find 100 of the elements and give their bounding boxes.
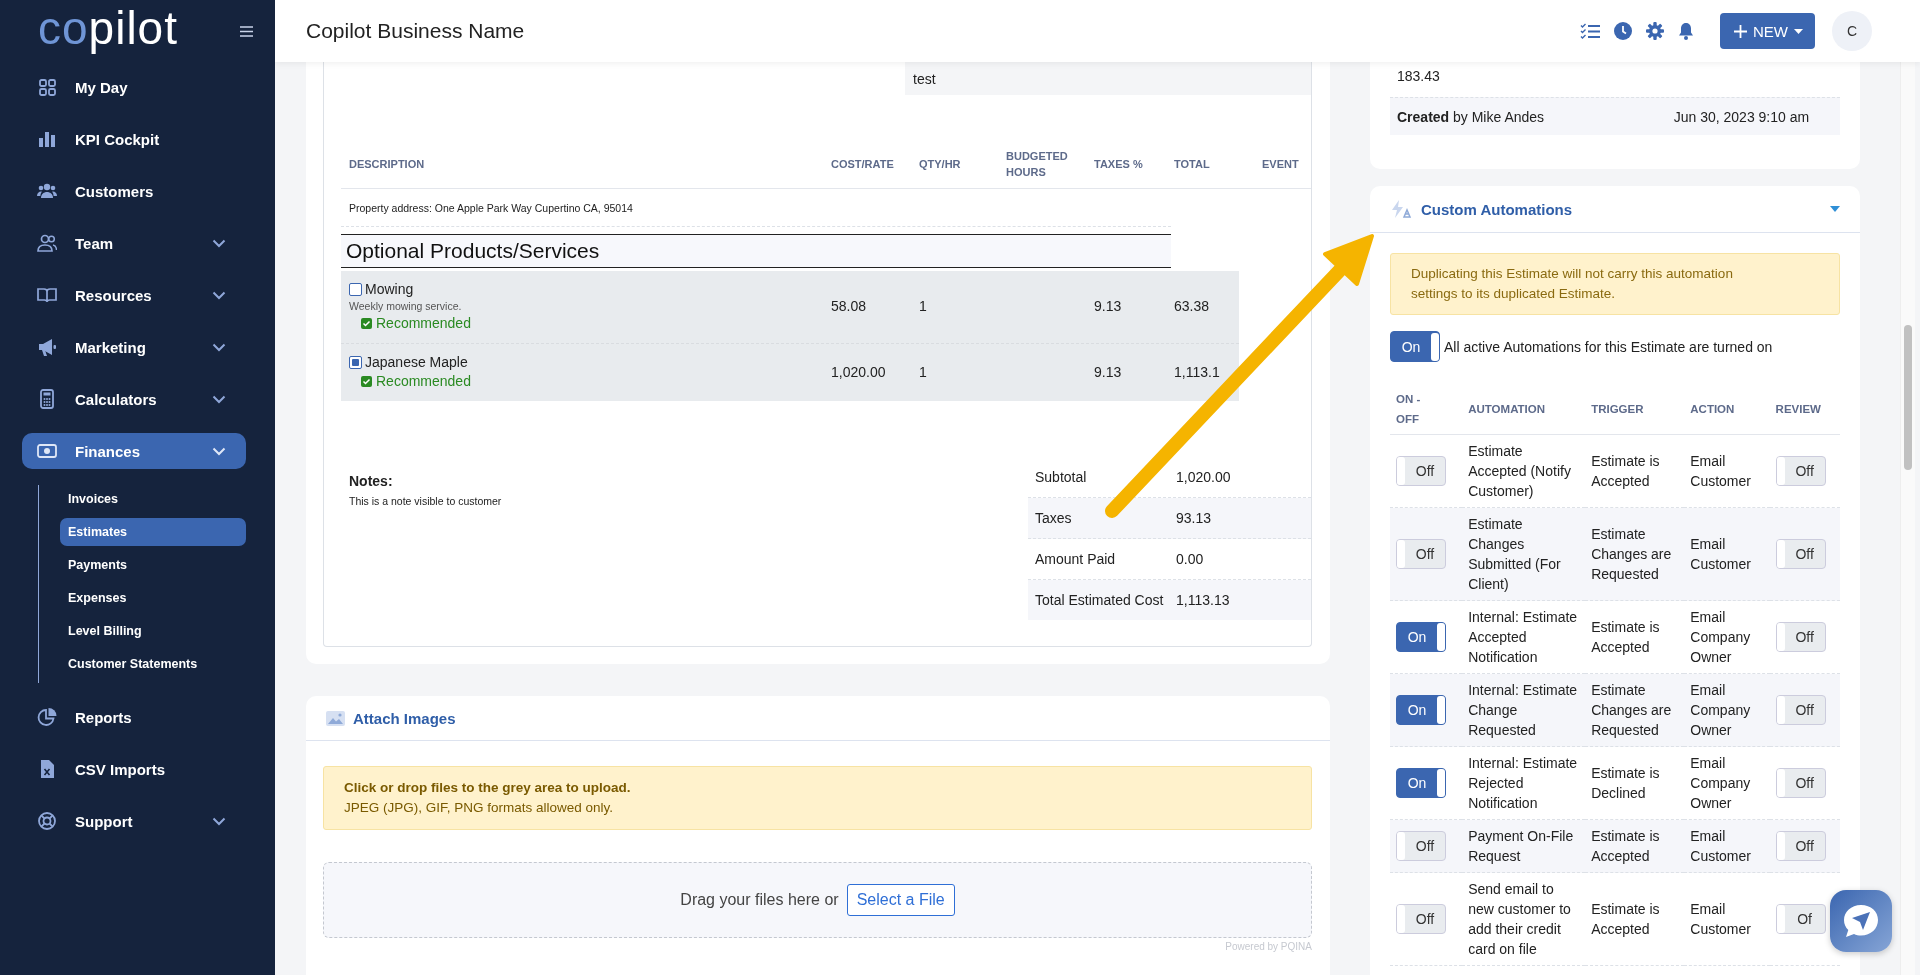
column-header: AUTOMATION (1468, 403, 1546, 415)
item-name: Japanese Maple (365, 354, 468, 370)
toggle-switch[interactable]: On (1396, 695, 1446, 725)
table-cell: Email Customer (1690, 901, 1751, 937)
submenu-item[interactable]: Customer Statements (60, 650, 246, 678)
image-icon (326, 710, 345, 726)
sidebar-item[interactable]: Calculators (22, 381, 246, 417)
drop-zone[interactable]: Drag your files here or Select a File (323, 862, 1312, 938)
checkbox[interactable] (349, 355, 362, 369)
caret-icon[interactable] (1830, 206, 1841, 212)
table-cell: Estimate Changes Submitted (For Client) (1468, 516, 1561, 592)
toggle-switch[interactable]: Off (1775, 831, 1826, 861)
created-date: Jun 30, 2023 9:10 am (1673, 108, 1810, 125)
submenu-item[interactable]: Invoices (60, 485, 246, 513)
section-heading: Optional Products/Services (341, 234, 1171, 268)
checkbox-icon (361, 375, 372, 387)
scrollbar[interactable] (1904, 325, 1913, 470)
master-toggle-label: All active Automations for this Estimate are turned on (1444, 338, 1773, 355)
toggle-switch[interactable]: On (1396, 768, 1446, 798)
column-header: TRIGGER (1591, 403, 1644, 415)
checkbox[interactable] (349, 282, 362, 296)
toggle-switch[interactable]: Off (1775, 456, 1826, 486)
sidebar-item[interactable]: My Day (22, 69, 246, 105)
recommended-tag: Recommended (376, 373, 471, 389)
people-icon (37, 181, 57, 201)
table-cell: Send email to new customer to add their credit card on file (1468, 881, 1571, 957)
item-description: Weekly mowing service. (349, 300, 463, 312)
select-file-button[interactable]: Select a File (846, 884, 955, 916)
table-cell: Estimate Changes are Requested (1591, 526, 1672, 582)
lifebuoy-icon (37, 811, 57, 831)
table-cell: Payment On-File Request (1468, 828, 1574, 864)
sidebar-item[interactable]: CSV Imports (22, 751, 246, 787)
sidebar-item[interactable]: Customers (22, 173, 246, 209)
total-label: Amount Paid (1034, 549, 1117, 569)
bell-icon[interactable] (1678, 22, 1694, 40)
table-cell: Estimate Changes are Requested (1591, 682, 1672, 738)
send-icon (1842, 903, 1880, 939)
new-button[interactable]: NEW (1720, 13, 1815, 49)
sidebar-item[interactable]: Reports (22, 699, 246, 735)
table-cell: Email Company Owner (1690, 682, 1751, 738)
chat-button[interactable] (1830, 890, 1892, 952)
table-cell-text: 9.13 (1093, 363, 1123, 380)
item-name: Mowing (365, 281, 414, 297)
banknote-icon (37, 441, 57, 461)
toggle-switch[interactable]: On (1390, 331, 1440, 362)
menu-icon[interactable] (240, 25, 253, 37)
column-header: COST/RATE (830, 157, 895, 172)
submenu-item[interactable]: Estimates (60, 518, 246, 546)
pie-chart-icon (37, 707, 57, 727)
toggle-switch[interactable]: Of (1775, 904, 1826, 934)
checkbox-icon (361, 317, 372, 329)
column-header: BUDGETED HOURS (1005, 149, 1069, 180)
toggle-switch[interactable]: Off (1396, 456, 1446, 486)
sidebar-item[interactable]: Marketing (22, 329, 246, 365)
clock-icon[interactable] (1614, 22, 1632, 40)
lightning-icon (1390, 200, 1412, 218)
column-header: QTY/HR (918, 157, 962, 172)
toggle-switch[interactable]: Off (1775, 539, 1826, 569)
column-header: ACTION (1690, 403, 1735, 415)
bar-chart-icon (37, 129, 57, 149)
submenu-item[interactable]: Level Billing (60, 617, 246, 645)
table-cell: Estimate is Accepted (1591, 828, 1660, 864)
toggle-switch[interactable]: Off (1775, 695, 1826, 725)
submenu-item[interactable]: Expenses (60, 584, 246, 612)
sidebar-item[interactable]: Finances (22, 433, 246, 469)
table-cell: Estimate is Declined (1591, 765, 1660, 801)
created-by-text: Created by Mike Andes (1397, 108, 1545, 125)
notes-text: This is a note visible to customer (349, 495, 502, 507)
table-cell: Estimate is Accepted (1591, 453, 1660, 489)
user-avatar[interactable]: C (1832, 11, 1872, 51)
sidebar-item[interactable]: Resources (22, 277, 246, 313)
checklist-icon[interactable] (1580, 23, 1600, 39)
table-cell-text: 1 (918, 363, 928, 380)
toggle-switch[interactable]: Off (1396, 831, 1446, 861)
sidebar-item[interactable]: Team (22, 225, 246, 261)
toggle-switch[interactable]: Off (1775, 768, 1826, 798)
settings-icon[interactable] (1646, 22, 1664, 40)
submenu-item[interactable]: Payments (60, 551, 246, 579)
sidebar-item[interactable]: KPI Cockpit (22, 121, 246, 157)
toggle-switch[interactable]: Off (1396, 904, 1446, 934)
column-header: ON - OFF (1396, 392, 1422, 427)
notice-title: Click or drop files to the grey area to upload. (344, 779, 632, 797)
warning-notice: Duplicating this Estimate will not carry this automation settings to its duplicated Estimate. (1390, 253, 1841, 315)
table-cell: Email Customer (1690, 453, 1751, 489)
column-header: TAXES % (1093, 157, 1144, 172)
table-cell-text: 1,020.00 (830, 363, 887, 380)
toggle-switch[interactable]: Off (1396, 539, 1446, 569)
drop-text: Drag your files here or (680, 891, 839, 909)
caret-icon (1794, 28, 1803, 34)
table-cell-text: 58.08 (830, 298, 868, 314)
table-cell: Email Company Owner (1690, 609, 1751, 665)
sidebar-item[interactable]: Support (22, 803, 246, 839)
table-cell: Internal: Estimate Change Requested (1468, 682, 1578, 738)
column-header: DESCRIPTION (348, 157, 426, 172)
toggle-switch[interactable]: Off (1775, 622, 1826, 652)
column-header: EVENT (1261, 157, 1300, 172)
plus-icon (1734, 24, 1747, 38)
card-title: Custom Automations (1421, 200, 1574, 218)
toggle-switch[interactable]: On (1396, 622, 1446, 652)
total-label: Subtotal (1034, 467, 1088, 487)
